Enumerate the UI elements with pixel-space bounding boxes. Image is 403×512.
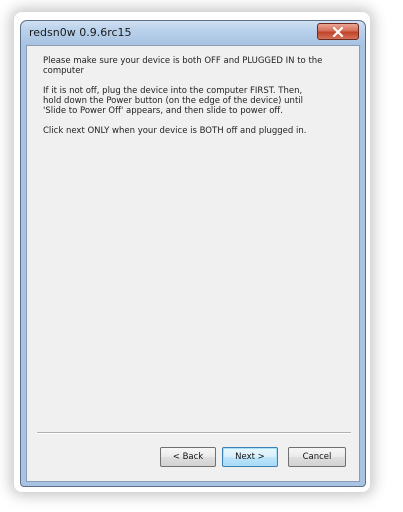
wizard-client-area: Please make sure your device is both OFF… [26, 45, 360, 482]
instructions: Please make sure your device is both OFF… [43, 56, 343, 146]
cancel-button[interactable]: Cancel [288, 447, 346, 467]
instruction-paragraph-1: Please make sure your device is both OFF… [43, 56, 323, 76]
desktop: redsn0w 0.9.6rc15 Please make sure your … [0, 0, 403, 512]
close-button[interactable] [317, 23, 359, 40]
back-button[interactable]: < Back [160, 447, 216, 467]
button-separator [37, 432, 351, 434]
close-icon [332, 27, 344, 37]
instruction-paragraph-2: If it is not off, plug the device into t… [43, 86, 303, 116]
window-title: redsn0w 0.9.6rc15 [29, 26, 132, 39]
title-bar[interactable]: redsn0w 0.9.6rc15 [21, 21, 365, 45]
next-button[interactable]: Next > [222, 447, 278, 467]
instruction-paragraph-3: Click next ONLY when your device is BOTH… [43, 126, 307, 136]
wizard-window: redsn0w 0.9.6rc15 Please make sure your … [20, 20, 366, 487]
